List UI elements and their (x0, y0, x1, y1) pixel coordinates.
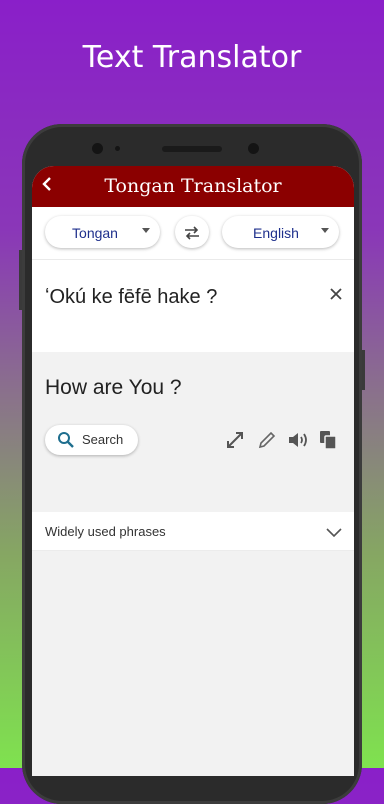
phone-speaker (162, 146, 222, 152)
close-icon (330, 288, 342, 300)
copy-icon (320, 431, 337, 450)
widely-used-phrases-row[interactable]: Widely used phrases (32, 512, 354, 551)
expand-button[interactable] (225, 430, 247, 452)
phone-camera-right (248, 143, 259, 154)
edit-icon (258, 431, 276, 449)
content-area (32, 551, 354, 776)
phone-side-button (19, 250, 22, 310)
target-language-select[interactable]: English (222, 216, 339, 248)
source-language-select[interactable]: Tongan (45, 216, 160, 248)
search-label: Search (82, 432, 124, 447)
translated-text: How are You ? (45, 376, 182, 399)
chevron-down-icon (326, 524, 342, 542)
speaker-icon (289, 433, 307, 447)
clear-text-button[interactable] (330, 284, 342, 306)
app-screen: Tongan Translator Tongan English ʻOkú ke… (32, 166, 354, 776)
edit-button[interactable] (257, 430, 279, 452)
expand-icon (227, 432, 243, 448)
source-text-area[interactable]: ʻOkú ke fēfē hake ? (32, 260, 354, 352)
source-text[interactable]: ʻOkú ke fēfē hake ? (45, 286, 217, 309)
phrases-label: Widely used phrases (45, 524, 166, 539)
phone-side-button-right (362, 350, 365, 390)
app-bar: Tongan Translator (32, 166, 354, 207)
source-language-label: Tongan (72, 225, 118, 241)
phone-sensor-dot (115, 146, 120, 151)
search-button[interactable]: Search (45, 425, 138, 455)
phone-camera-left (92, 143, 103, 154)
copy-button[interactable] (319, 430, 341, 452)
search-icon (58, 432, 74, 448)
promo-headline: Text Translator (82, 40, 302, 75)
swap-languages-button[interactable] (175, 216, 209, 248)
app-title: Tongan Translator (104, 175, 282, 197)
translation-result-area: How are You ? Search (32, 352, 354, 512)
dropdown-caret-icon (321, 228, 329, 233)
language-bar: Tongan English (32, 207, 354, 260)
target-language-label: English (253, 225, 299, 241)
speak-button[interactable] (287, 430, 309, 452)
swap-arrows-icon (185, 225, 199, 240)
dropdown-caret-icon (142, 228, 150, 233)
